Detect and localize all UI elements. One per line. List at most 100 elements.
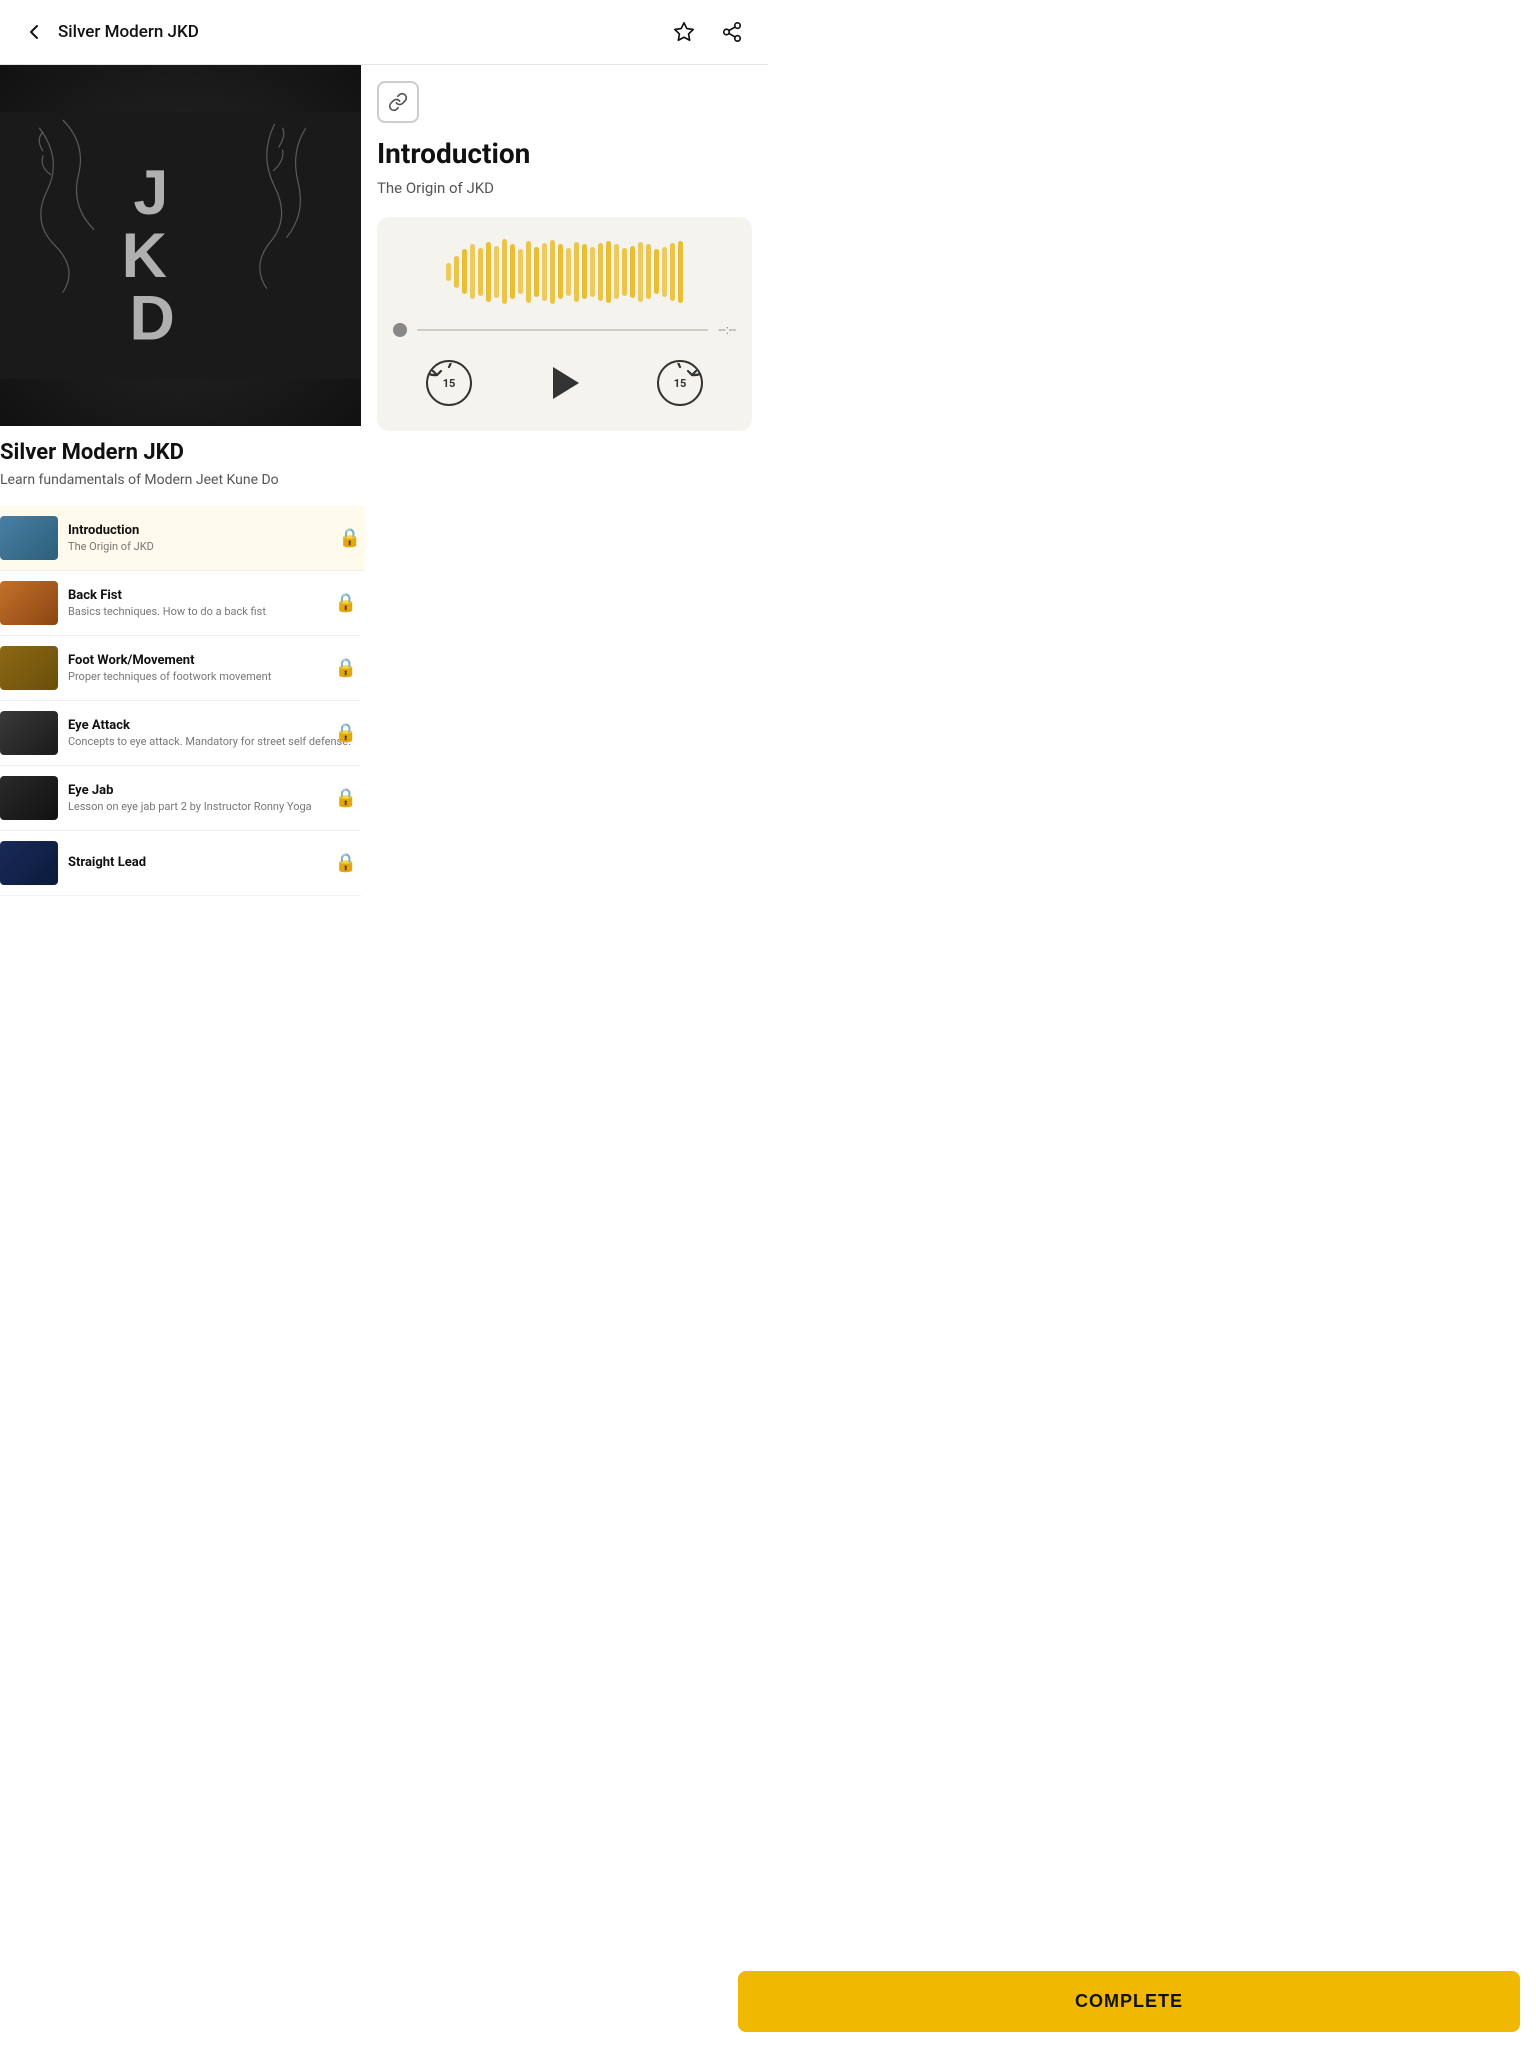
player-controls: 15 15 <box>393 356 736 411</box>
waveform-bar <box>566 248 571 296</box>
waveform-bar <box>622 248 627 296</box>
course-description: Learn fundamentals of Modern Jeet Kune D… <box>0 472 361 488</box>
lock-icon: 🔒 <box>339 528 361 549</box>
lesson-thumbnail <box>0 581 58 625</box>
waveform <box>393 237 736 307</box>
waveform-bar <box>470 244 475 299</box>
header-title: Silver Modern JKD <box>58 22 199 42</box>
waveform-bar <box>494 246 499 298</box>
lesson-detail-subtitle: The Origin of JKD <box>377 179 752 197</box>
course-name: Silver Modern JKD <box>0 440 361 466</box>
lesson-info: Foot Work/Movement Proper techniques of f… <box>68 653 361 684</box>
lesson-item[interactable]: Introduction The Origin of JKD🔒 <box>0 506 365 571</box>
left-column: J K D Silver Modern JKD Learn fundamenta… <box>0 65 361 896</box>
progress-time: --:-- <box>718 323 736 338</box>
rewind-button[interactable]: 15 <box>424 358 474 408</box>
course-info: Silver Modern JKD Learn fundamentals of … <box>0 426 361 498</box>
waveform-bar <box>558 244 563 299</box>
forward-button[interactable]: 15 <box>655 358 705 408</box>
lesson-title: Foot Work/Movement <box>68 653 361 668</box>
lock-icon: 🔒 <box>335 723 357 744</box>
main-content: J K D Silver Modern JKD Learn fundamenta… <box>0 65 768 896</box>
lesson-item[interactable]: Straight Lead🔒 <box>0 831 361 896</box>
waveform-bar <box>542 243 547 301</box>
lesson-info: Eye Jab Lesson on eye jab part 2 by Instr… <box>68 783 361 814</box>
progress-dot <box>393 323 407 337</box>
waveform-bar <box>486 242 491 302</box>
lesson-subtitle: Concepts to eye attack. Mandatory for st… <box>68 735 361 749</box>
waveform-bar <box>630 246 635 298</box>
waveform-bar <box>582 244 587 299</box>
lock-icon: 🔒 <box>335 853 357 874</box>
waveform-bar <box>662 247 667 297</box>
lesson-title: Back Fist <box>68 588 361 603</box>
lesson-info: Eye Attack Concepts to eye attack. Mandat… <box>68 718 361 749</box>
lesson-subtitle: Lesson on eye jab part 2 by Instructor R… <box>68 800 361 814</box>
waveform-bar <box>550 240 555 304</box>
lesson-title: Eye Jab <box>68 783 361 798</box>
waveform-bar <box>598 243 603 301</box>
back-button[interactable] <box>20 18 48 46</box>
waveform-bar <box>454 256 459 288</box>
lesson-item[interactable]: Foot Work/Movement Proper techniques of f… <box>0 636 361 701</box>
link-button[interactable] <box>377 81 419 123</box>
lesson-title: Eye Attack <box>68 718 361 733</box>
lesson-thumbnail <box>0 711 58 755</box>
lesson-thumbnail <box>0 646 58 690</box>
svg-text:15: 15 <box>443 377 456 390</box>
waveform-bar <box>526 241 531 303</box>
lesson-info: Back Fist Basics techniques. How to do a … <box>68 588 361 619</box>
right-column: Introduction The Origin of JKD --:-- <box>361 65 768 896</box>
share-button[interactable] <box>716 16 748 48</box>
lesson-item[interactable]: Eye Jab Lesson on eye jab part 2 by Instr… <box>0 766 361 831</box>
waveform-bar <box>574 242 579 302</box>
lesson-subtitle: Basics techniques. How to do a back fist <box>68 605 361 619</box>
waveform-bar <box>446 263 451 281</box>
complete-button-wrapper: COMPLETE <box>722 1955 1536 2048</box>
lesson-thumbnail <box>0 776 58 820</box>
waveform-bar <box>638 242 643 302</box>
lesson-thumbnail <box>0 516 58 560</box>
waveform-bar <box>654 249 659 294</box>
waveform-bar <box>462 249 467 294</box>
lesson-info: Straight Lead <box>68 855 361 872</box>
waveform-bar <box>646 244 651 299</box>
lesson-thumbnail <box>0 841 58 885</box>
svg-text:15: 15 <box>673 377 686 390</box>
lesson-title: Straight Lead <box>68 855 361 870</box>
svg-text:J: J <box>133 158 166 228</box>
header-left: Silver Modern JKD <box>20 18 199 46</box>
lock-icon: 🔒 <box>335 788 357 809</box>
waveform-bar <box>478 248 483 296</box>
audio-player: --:-- 15 <box>377 217 752 431</box>
svg-text:K: K <box>122 221 167 291</box>
waveform-bar <box>614 244 619 299</box>
lesson-detail-title: Introduction <box>377 137 752 171</box>
complete-button[interactable]: COMPLETE <box>738 1971 1520 2032</box>
play-icon <box>553 367 579 399</box>
lesson-list: IntroductionThe Origin of JKD🔒Back FistB… <box>0 506 361 896</box>
header-right <box>668 16 748 48</box>
lock-icon: 🔒 <box>335 593 357 614</box>
lesson-item[interactable]: Eye Attack Concepts to eye attack. Mandat… <box>0 701 361 766</box>
progress-track <box>417 329 709 331</box>
waveform-bar <box>670 243 675 301</box>
course-image: J K D <box>0 65 361 426</box>
lesson-title: Introduction <box>68 523 361 538</box>
waveform-bar <box>606 241 611 303</box>
header: Silver Modern JKD <box>0 0 768 65</box>
lesson-item[interactable]: Back Fist Basics techniques. How to do a … <box>0 571 361 636</box>
waveform-bar <box>590 247 595 297</box>
lock-icon: 🔒 <box>335 658 357 679</box>
waveform-bar <box>510 244 515 299</box>
lesson-info: Introduction The Origin of JKD <box>68 523 361 554</box>
progress-bar[interactable]: --:-- <box>393 323 736 338</box>
lesson-subtitle: The Origin of JKD <box>68 540 361 554</box>
waveform-bar <box>678 241 683 303</box>
play-button[interactable] <box>537 356 592 411</box>
svg-text:D: D <box>129 284 173 354</box>
waveform-bar <box>502 239 507 304</box>
bookmark-button[interactable] <box>668 16 700 48</box>
waveform-bar <box>534 247 539 297</box>
lesson-subtitle: Proper techniques of footwork movement <box>68 670 361 684</box>
